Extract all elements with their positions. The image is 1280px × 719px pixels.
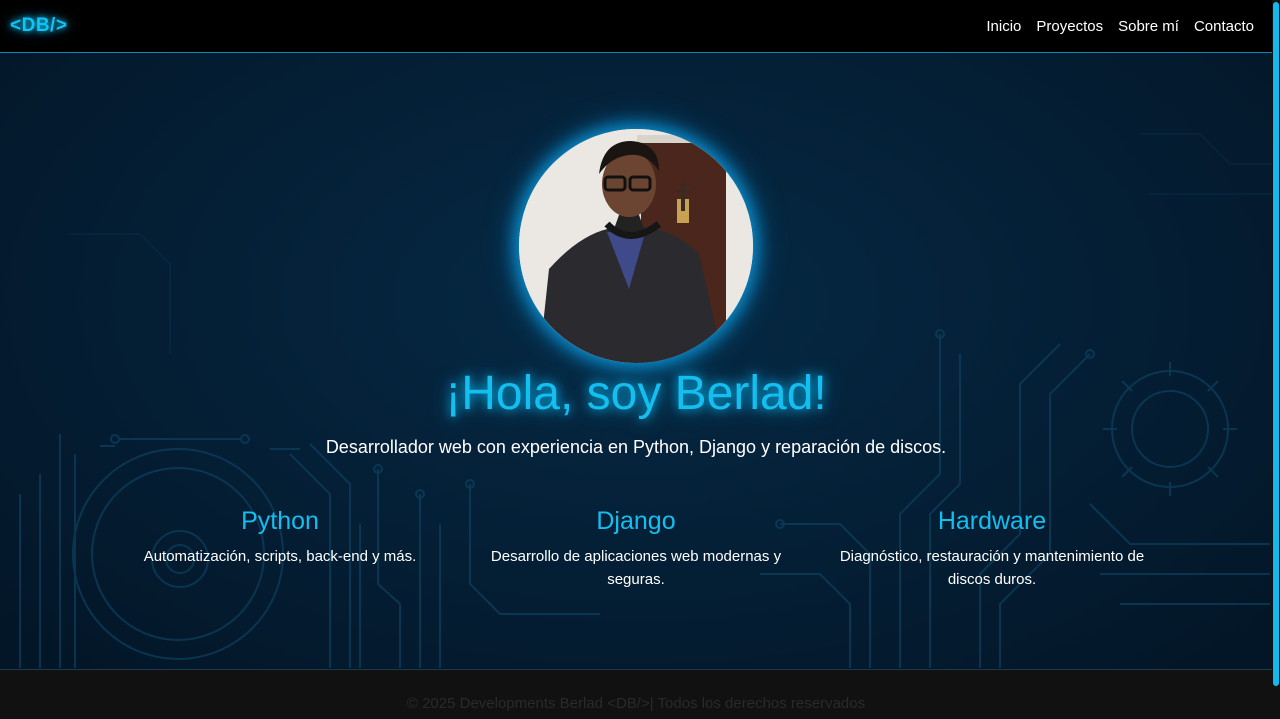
navbar: <DB/> Inicio Proyectos Sobre mí Contacto	[0, 0, 1272, 53]
skill-description: Automatización, scripts, back-end y más.	[143, 548, 417, 565]
site-logo[interactable]: <DB/>	[10, 15, 67, 37]
nav-link-proyectos[interactable]: Proyectos	[1036, 18, 1103, 35]
nav-link-inicio[interactable]: Inicio	[986, 18, 1021, 35]
nav-link-contacto[interactable]: Contacto	[1194, 18, 1254, 35]
footer: © 2025 Developments Berlad <DB/>| Todos …	[0, 669, 1272, 719]
profile-photo	[519, 129, 753, 363]
hero-section: ¡Hola, soy Berlad! Desarrollador web con…	[0, 54, 1272, 668]
nav-links: Inicio Proyectos Sobre mí Contacto	[986, 18, 1254, 35]
skill-card-django: Django Desarrollo de aplicaciones web mo…	[476, 507, 796, 591]
page-scrollbar[interactable]	[1272, 0, 1280, 719]
skill-title: Django	[596, 507, 676, 535]
footer-copyright: © 2025 Developments Berlad <DB/>| Todos …	[406, 695, 866, 712]
nav-link-sobre-mi[interactable]: Sobre mí	[1118, 18, 1179, 35]
skill-description: Desarrollo de aplicaciones web modernas …	[490, 548, 782, 588]
skill-title: Hardware	[937, 507, 1047, 535]
skill-card-python: Python Automatización, scripts, back-end…	[120, 507, 440, 568]
skill-title: Python	[241, 507, 319, 535]
hero-title: ¡Hola, soy Berlad!	[445, 367, 827, 420]
hero-subtitle: Desarrollador web con experiencia en Pyt…	[325, 437, 947, 457]
skill-description: Diagnóstico, restauración y mantenimient…	[839, 548, 1145, 588]
skill-card-hardware: Hardware Diagnóstico, restauración y man…	[832, 507, 1152, 591]
scrollbar-thumb[interactable]	[1273, 2, 1279, 686]
